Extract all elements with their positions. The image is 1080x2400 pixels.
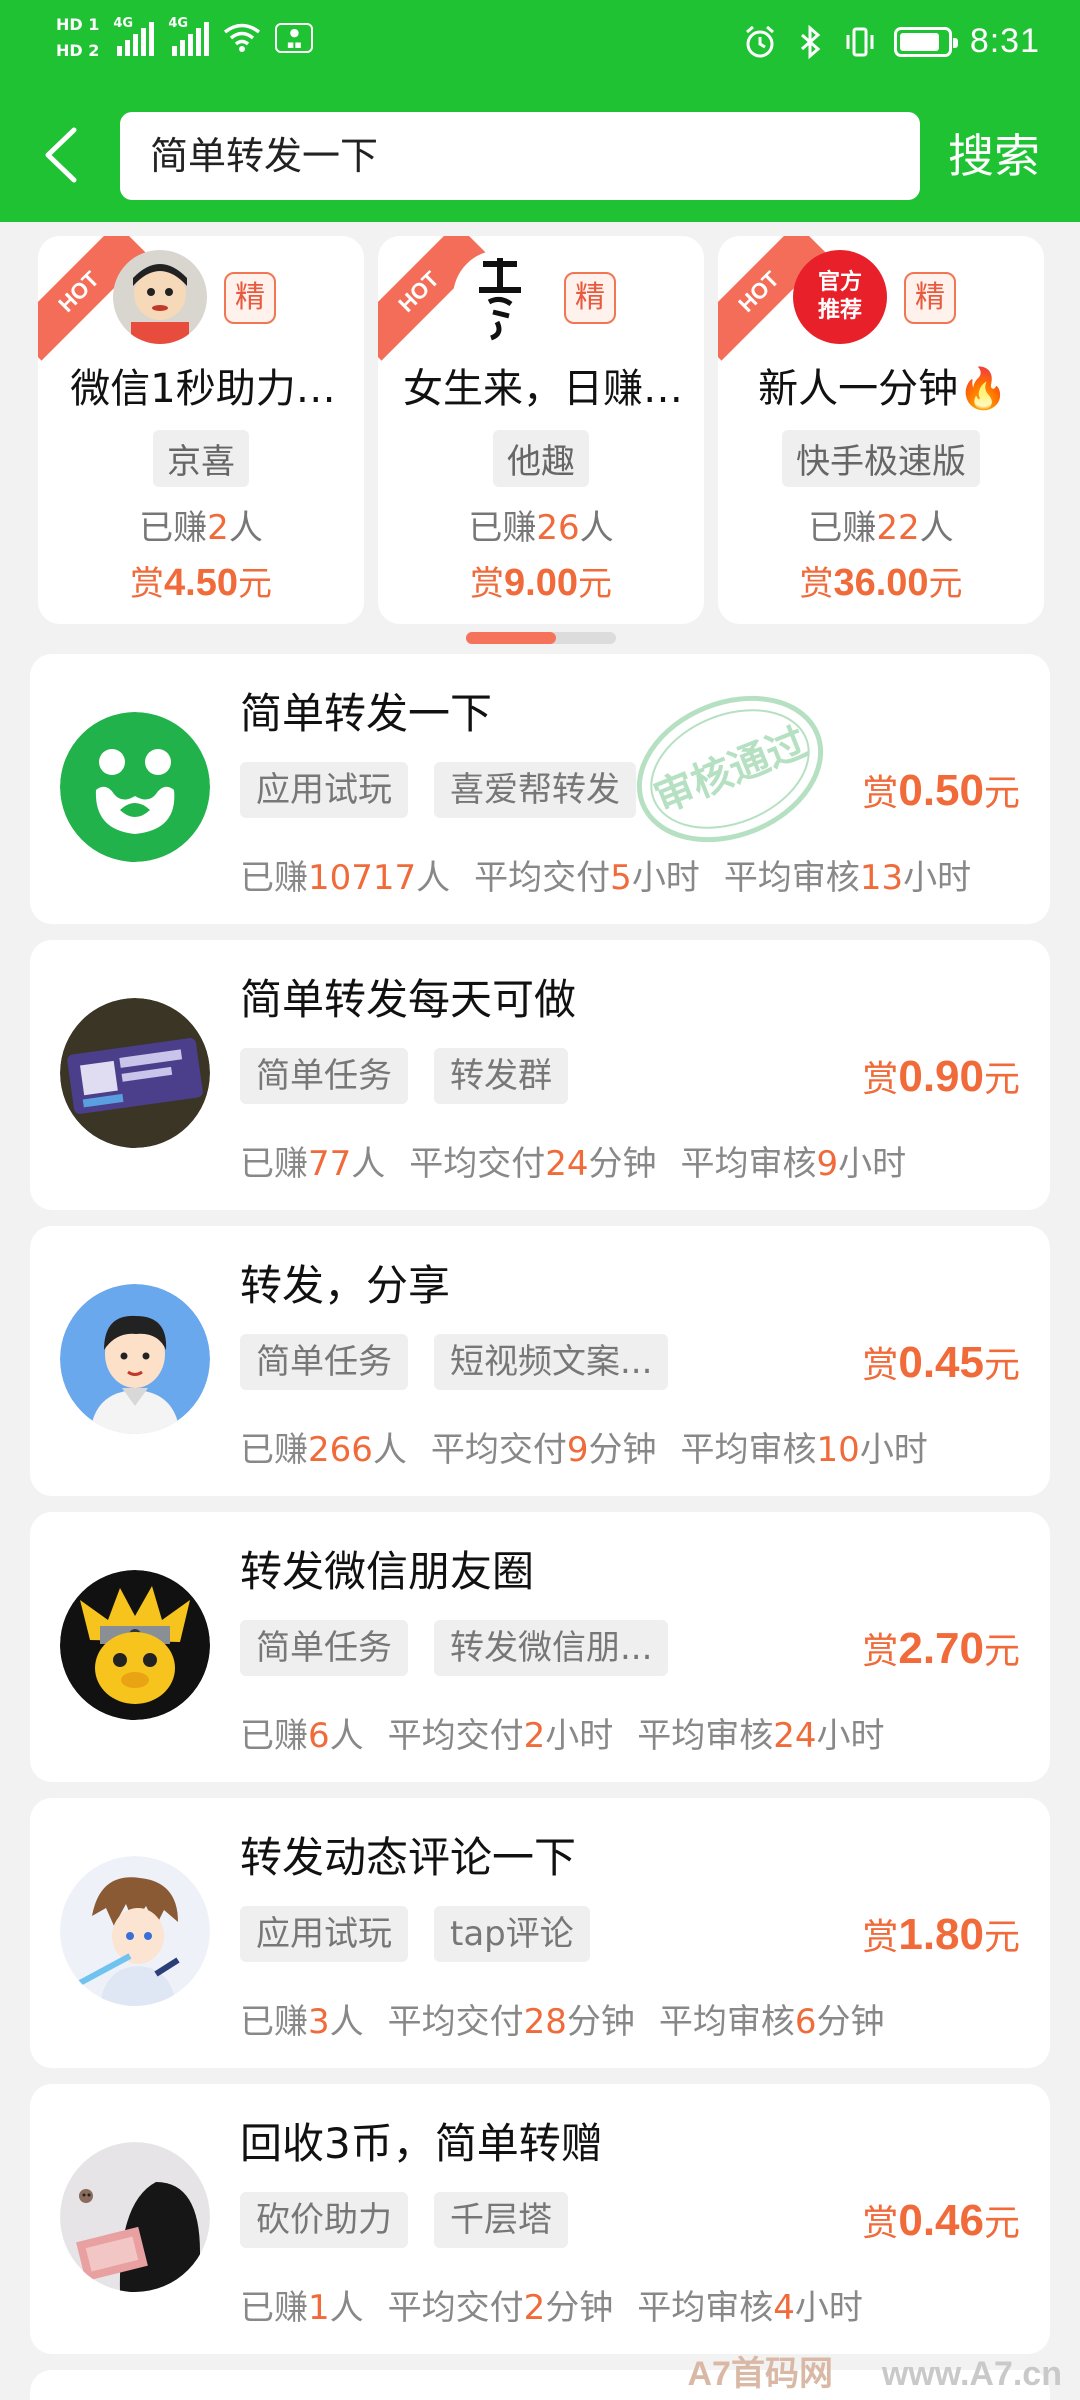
review-passed-stamp: 审核通过 — [609, 662, 851, 876]
task-stats: 已赚266人 平均交付9分钟 平均审核10小时 — [240, 1430, 928, 1470]
task-tags: 砍价助力 千层塔 — [240, 2192, 568, 2248]
task-tags: 应用试玩 喜爱帮转发 — [240, 762, 636, 818]
task-title: 转发，分享 — [240, 1261, 451, 1310]
task-tags: 简单任务 转发群 — [240, 1048, 568, 1104]
hd1-label: HD 1 — [56, 15, 100, 34]
hot-task-tag: 他趣 — [493, 430, 589, 487]
task-tag: tap评论 — [434, 1906, 590, 1962]
carousel-indicator — [466, 632, 616, 644]
hot-task-earned: 已赚2人 — [139, 508, 263, 548]
task-tags: 简单任务 转发微信朋... — [240, 1620, 669, 1676]
task-tag: 简单任务 — [240, 1620, 408, 1676]
hot-task-title: 女生来，日赚… — [403, 366, 683, 412]
task-stats: 已赚77人 平均交付24分钟 平均审核9小时 — [240, 1144, 907, 1184]
task-title: 简单转发一下 — [240, 689, 493, 738]
hot-task-reward: 赏4.50元 — [130, 562, 272, 604]
task-title: 简单转发每天可做 — [240, 975, 577, 1024]
hot-task-card[interactable]: HOT 精 女生来，日赚… 他趣 已赚26人 赏9.00元 — [378, 236, 704, 624]
back-arrow-icon[interactable] — [32, 120, 92, 190]
task-card[interactable]: 转发，分享 简单任务 短视频文案... 赏0.45元 已赚266人 平均交付9分钟… — [30, 1226, 1050, 1496]
task-tags: 应用试玩 tap评论 — [240, 1906, 590, 1962]
featured-badge: 精 — [904, 272, 956, 324]
hot-task-earned: 已赚26人 — [468, 508, 614, 548]
site-watermark: A7首码网 www.A7.cn — [688, 2346, 1063, 2395]
task-avatar — [60, 1570, 210, 1720]
wifi-icon — [223, 23, 261, 53]
task-reward: 赏0.90元 — [862, 1052, 1020, 1101]
task-title: 转发微信朋友圈 — [240, 1547, 535, 1596]
hd2-label: HD 2 — [56, 41, 100, 60]
task-card[interactable]: 转发微信朋友圈 简单任务 转发微信朋... 赏2.70元 已赚6人 平均交付2小时… — [30, 1512, 1050, 1782]
alarm-icon — [745, 25, 774, 57]
carousel-active-dot — [466, 632, 556, 644]
hd-indicators: HD 1 HD 2 — [56, 14, 99, 62]
task-card[interactable]: 转发动态评论一下 应用试玩 tap评论 赏1.80元 已赚3人 平均交付28分钟平… — [30, 1798, 1050, 2068]
hot-task-card[interactable]: HOT 官方推荐 精 新人一分钟🔥 快手极速版 已赚22人 赏36.00元 — [718, 236, 1044, 624]
hot-task-tag: 快手极速版 — [782, 430, 980, 487]
svg-text:审核通过: 审核通过 — [648, 720, 814, 823]
task-stats: 已赚10717人 平均交付5小时 平均审核13小时 — [240, 858, 972, 898]
task-tag: 应用试玩 — [240, 1906, 408, 1962]
hot-task-earned: 已赚22人 — [808, 508, 954, 548]
app-header: HD 1 HD 2 4G 4G ● ▪▪ 8:31 简单转发一下 搜索 — [0, 0, 1080, 222]
task-avatar — [60, 1284, 210, 1434]
vibrate-icon — [846, 27, 874, 56]
signal-2-icon: 4G — [168, 16, 210, 56]
status-bar: HD 1 HD 2 4G 4G ● ▪▪ 8:31 — [0, 0, 1080, 90]
hot-task-card[interactable]: HOT 精 微信1秒助力… 京喜 已赚2人 赏4.50元 — [38, 236, 364, 624]
featured-badge: 精 — [564, 272, 616, 324]
hot-task-tag: 京喜 — [153, 430, 249, 487]
task-tag: 砍价助力 — [240, 2192, 408, 2248]
task-tag: 短视频文案... — [434, 1334, 669, 1390]
hot-task-title: 新人一分钟🔥 — [758, 366, 1008, 412]
hot-task-reward: 赏36.00元 — [799, 562, 963, 604]
task-reward: 赏2.70元 — [862, 1624, 1020, 1673]
task-card[interactable]: 回收3币，简单转赠 砍价助力 千层塔 赏0.46元 已赚1人 平均交付2分钟 平均审… — [30, 2084, 1050, 2354]
task-avatar — [60, 998, 210, 1148]
featured-badge: 精 — [224, 272, 276, 324]
task-avatar — [60, 1856, 210, 2006]
watermark-brand: A7首码网 — [687, 2355, 833, 2393]
task-card[interactable]: 简单转发每天可做 简单任务 转发群 赏0.90元 已赚77人 平均交付24分钟 平均… — [30, 940, 1050, 1210]
search-input[interactable]: 简单转发一下 — [120, 112, 920, 200]
task-tags: 简单任务 短视频文案... — [240, 1334, 669, 1390]
task-avatar — [60, 2142, 210, 2292]
hot-task-title: 微信1秒助力… — [70, 366, 336, 412]
task-title: 转发动态评论一下 — [240, 1833, 577, 1882]
battery-icon — [893, 26, 958, 57]
task-tag: 简单任务 — [240, 1048, 408, 1104]
task-stats: 已赚3人 平均交付28分钟 平均审核6分钟 — [240, 2002, 885, 2042]
task-reward: 赏0.45元 — [862, 1338, 1020, 1387]
task-tag: 喜爱帮转发 — [434, 762, 636, 818]
task-avatar — [60, 712, 210, 862]
task-stats: 已赚1人 平均交付2分钟 平均审核4小时 — [240, 2288, 863, 2328]
task-title: 回收3币，简单转赠 — [240, 2119, 603, 2168]
signal-1-icon: 4G — [113, 16, 155, 56]
task-tag: 转发群 — [434, 1048, 568, 1104]
task-tag: 转发微信朋... — [434, 1620, 669, 1676]
official-recommend-badge: 官方推荐 — [793, 250, 887, 344]
hot-task-reward: 赏9.00元 — [470, 562, 612, 604]
task-tag: 千层塔 — [434, 2192, 568, 2248]
task-tag: 简单任务 — [240, 1334, 408, 1390]
clock-time: 8:31 — [969, 22, 1040, 60]
bluetooth-icon — [800, 24, 821, 59]
task-card[interactable]: 简单转发一下 应用试玩 喜爱帮转发 审核通过 赏0.50元 已赚10717人 平均… — [30, 654, 1050, 924]
task-tag: 应用试玩 — [240, 762, 408, 818]
app-notification-icon: ● ▪▪ — [275, 23, 314, 53]
task-reward: 赏1.80元 — [862, 1910, 1020, 1959]
task-stats: 已赚6人 平均交付2小时 平均审核24小时 — [240, 1716, 885, 1756]
watermark-url: www.A7.cn — [881, 2355, 1062, 2393]
task-reward: 赏0.46元 — [862, 2196, 1020, 2245]
task-avatar — [113, 250, 207, 344]
task-reward: 赏0.50元 — [862, 766, 1020, 815]
task-avatar — [453, 250, 547, 344]
search-button[interactable]: 搜索 — [948, 122, 1040, 190]
